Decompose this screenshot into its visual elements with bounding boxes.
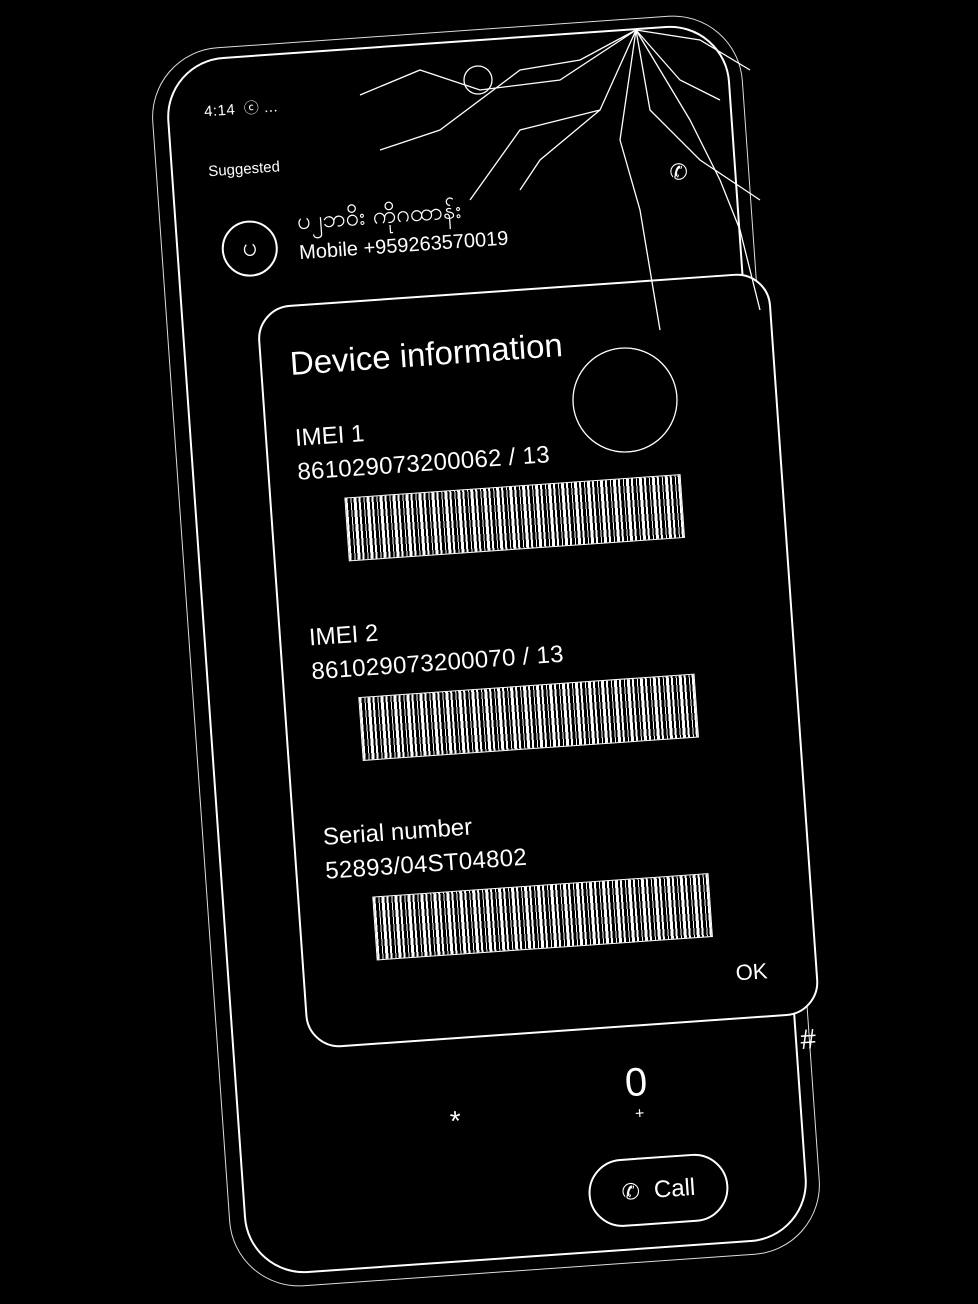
- keypad-hash[interactable]: #: [799, 1023, 817, 1056]
- status-time: 4:14: [203, 101, 236, 121]
- keypad-plus: +: [634, 1105, 646, 1123]
- phone-screen: 4:14 ⓒ ... Suggested ပ ပ၂ဘ၀ိး ကိုဂထာန်း …: [192, 44, 821, 1247]
- call-label: Call: [653, 1173, 697, 1204]
- status-icons: ⓒ ...: [243, 98, 279, 118]
- imei2-section: IMEI 2 861029073200070 / 13: [308, 594, 757, 764]
- imei2-barcode: [358, 673, 699, 761]
- serial-section: Serial number 52893/04ST04802: [322, 793, 771, 963]
- dialog-title: Device information: [288, 326, 564, 383]
- phone-icon: ✆: [620, 1179, 641, 1206]
- serial-barcode: [372, 873, 713, 961]
- keypad-zero[interactable]: 0: [623, 1060, 648, 1106]
- imei1-barcode: [344, 474, 686, 562]
- avatar-letter: ပ: [241, 231, 259, 263]
- photo-scene: 4:14 ⓒ ... Suggested ပ ပ၂ဘ၀ိး ကိုဂထာန်း …: [0, 0, 978, 1304]
- avatar[interactable]: ပ: [219, 218, 280, 279]
- ok-button[interactable]: OK: [729, 957, 775, 988]
- device-information-dialog: Device information IMEI 1 86102907320006…: [255, 271, 821, 1050]
- phone-icon[interactable]: ✆: [669, 160, 689, 186]
- suggested-label: Suggested: [207, 158, 281, 181]
- call-button[interactable]: ✆ Call: [586, 1151, 731, 1230]
- keypad-star[interactable]: *: [449, 1105, 462, 1138]
- status-bar: 4:14 ⓒ ...: [203, 95, 282, 121]
- imei1-section: IMEI 1 861029073200062 / 13: [294, 394, 743, 564]
